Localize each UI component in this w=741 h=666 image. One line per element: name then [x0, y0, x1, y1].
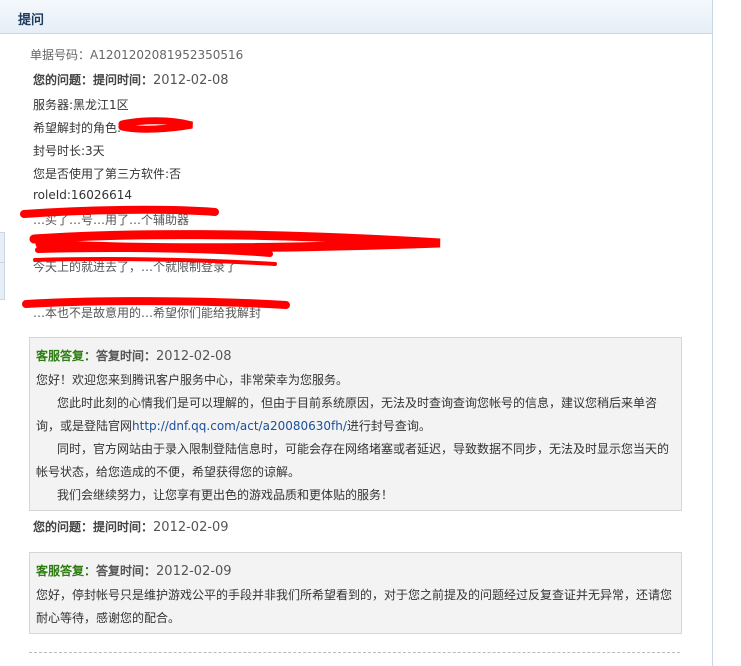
side-tab: [0, 262, 5, 300]
reply-text-line: 同时，官方网站由于录入限制登陆信息时，可能会存在网络堵塞或者延迟，导致数据不同步…: [57, 442, 670, 456]
reply-text: 询，或是登陆官网: [36, 419, 133, 433]
field-role-id: roleId:16026614: [33, 188, 133, 202]
question-date: 2012-02-08: [153, 73, 229, 88]
official-site-link[interactable]: http://dnf.qq.com/act/a20080630fh/: [132, 419, 347, 433]
ticket-panel: 提问 单据号码：A1201202081952350516 您的问题：提问时间：2…: [0, 0, 713, 666]
question-text-line: 今天上的就进去了，…个就限制登录了: [33, 260, 238, 274]
field-third-party: 您是否使用了第三方软件:否: [33, 167, 182, 181]
reply-box: 客服答复：答复时间：2012-02-09 您好，停封帐号只是维护游戏公平的手段并…: [29, 552, 682, 634]
reply-text-line: 耐心等待，感谢您的配合。: [36, 611, 181, 625]
reply-time-label: 答复时间：: [96, 349, 157, 363]
reply-text-line: 帐号状态，给您造成的不便，希望获得您的谅解。: [36, 465, 301, 479]
question-text-line: …买了…号…用了…个辅助器: [33, 213, 190, 227]
question-header: 您的问题：提问时间：2012-02-09: [33, 518, 229, 535]
reply-label: 客服答复：: [36, 564, 97, 578]
field-ban-duration: 封号时长:3天: [33, 144, 105, 158]
reply-time-label: 答复时间：: [96, 564, 157, 578]
reply-text-line: 询，或是登陆官网http://dnf.qq.com/act/a20080630f…: [36, 417, 431, 434]
reply-text-line: 您好！欢迎您来到腾讯客户服务中心，非常荣幸为您服务。: [36, 373, 349, 387]
reply-date: 2012-02-09: [156, 564, 232, 579]
reply-box: 客服答复：答复时间：2012-02-08 您好！欢迎您来到腾讯客户服务中心，非常…: [29, 337, 682, 511]
panel-header: 提问: [0, 0, 712, 34]
reply-date: 2012-02-08: [156, 349, 232, 364]
question-date: 2012-02-09: [153, 520, 229, 535]
reply-header: 客服答复：答复时间：2012-02-08: [36, 347, 232, 364]
field-role: 希望解封的角色:: [33, 121, 122, 135]
question-label: 您的问题：: [33, 73, 94, 87]
ticket-number: 单据号码：A1201202081952350516: [30, 48, 244, 62]
question-time-label: 提问时间：: [93, 520, 154, 534]
reply-text-line: 您好，停封帐号只是维护游戏公平的手段并非我们所希望看到的，对于您之前提及的问题经…: [36, 588, 673, 602]
reply-text-line: 我们会继续努力，让您享有更出色的游戏品质和更体贴的服务！: [57, 488, 394, 502]
divider: [29, 652, 680, 653]
question-label: 您的问题：: [33, 520, 94, 534]
question-time-label: 提问时间：: [93, 73, 154, 87]
reply-label: 客服答复：: [36, 349, 97, 363]
question-text-line: …本也不是故意用的…希望你们能给我解封: [33, 306, 262, 320]
reply-header: 客服答复：答复时间：2012-02-09: [36, 562, 232, 579]
panel-title: 提问: [18, 13, 45, 28]
question-header: 您的问题：提问时间：2012-02-08: [33, 71, 229, 88]
field-server: 服务器:黑龙江1区: [33, 98, 129, 112]
reply-text: 进行封号查询。: [346, 419, 431, 433]
reply-text-line: 您此时此刻的心情我们是可以理解的，但由于目前系统原因，无法及时查询查询您帐号的信…: [57, 396, 658, 410]
